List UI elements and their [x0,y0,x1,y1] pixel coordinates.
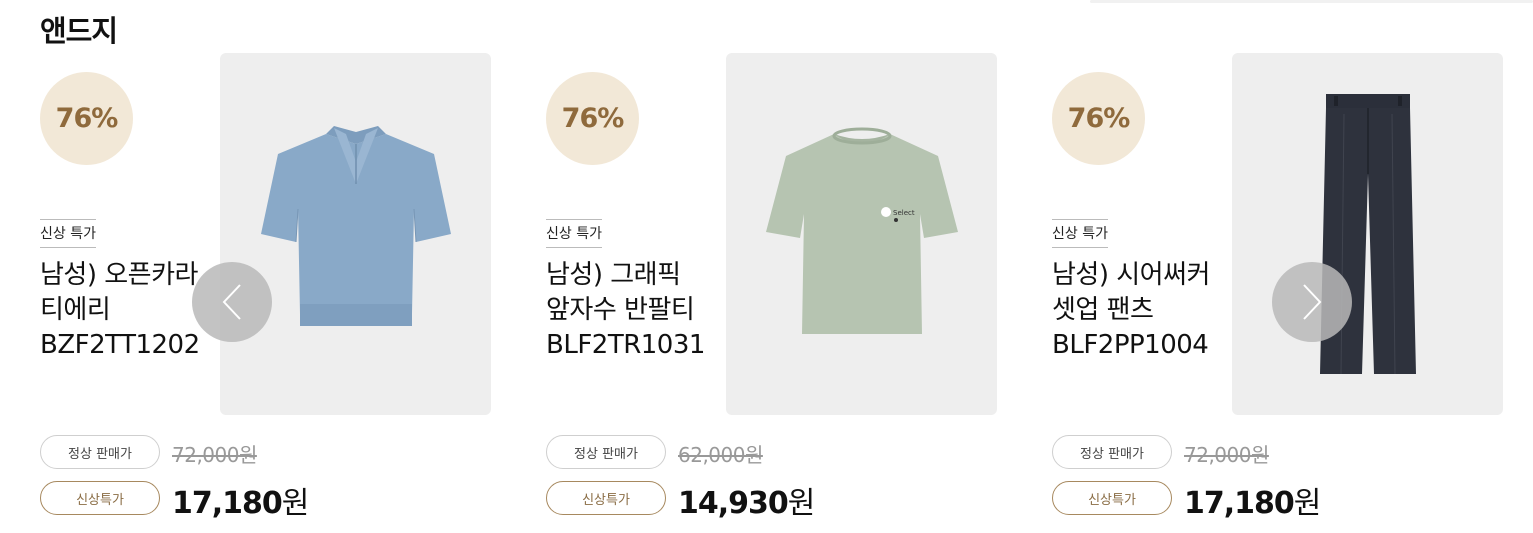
product-image[interactable]: Select [726,53,997,415]
product-name-line: BLF2PP1004 [1052,330,1209,360]
discount-badge: 76% [40,72,133,165]
carousel-next-button[interactable] [1272,262,1352,342]
product-name-line: 앞자수 반팔티 [546,295,695,325]
promo-badge: 신상 특가 [40,219,96,248]
sale-price-label: 신상특가 [40,481,160,515]
product-name-line: 남성) 그래픽 [546,260,681,290]
regular-price-label: 정상 판매가 [1052,435,1172,469]
polo-shirt-image [260,126,451,326]
tshirt-image: Select [765,127,958,334]
top-divider [1090,0,1533,3]
sale-price: 17,180원 [1184,478,1322,522]
discount-badge: 76% [1052,72,1145,165]
product-name[interactable]: 남성) 그래픽 앞자수 반팔티 BLF2TR1031 [546,258,746,363]
regular-price-label: 정상 판매가 [40,435,160,469]
sale-price-label: 신상특가 [1052,481,1172,515]
sale-price-unit: 원 [1293,486,1322,521]
sale-price-unit: 원 [787,486,816,521]
sale-price-label: 신상특가 [546,481,666,515]
regular-price: 72,000원 [1184,443,1269,467]
sale-price-value: 17,180 [1184,486,1295,521]
regular-price-label: 정상 판매가 [546,435,666,469]
regular-price: 62,000원 [678,443,763,467]
product-name-line: BLF2TR1031 [546,330,705,360]
carousel-prev-button[interactable] [192,262,272,342]
promo-badge: 신상 특가 [1052,219,1108,248]
chevron-left-icon [222,284,241,320]
sale-price-unit: 원 [281,486,310,521]
regular-price: 72,000원 [172,443,257,467]
discount-badge: 76% [546,72,639,165]
sale-price: 14,930원 [678,478,816,522]
sale-price-value: 17,180 [172,486,283,521]
product-name-line: 셋업 팬츠 [1052,295,1154,325]
product-image[interactable] [1232,53,1503,415]
section-title: 앤드지 [40,14,118,48]
product-name[interactable]: 남성) 시어써커 셋업 팬츠 BLF2PP1004 [1052,258,1252,363]
sale-price: 17,180원 [172,478,310,522]
svg-text:Select: Select [893,209,915,217]
promo-badge: 신상 특가 [546,219,602,248]
product-name-line: 남성) 시어써커 [1052,260,1210,290]
chevron-right-icon [1303,284,1322,320]
sale-price-value: 14,930 [678,486,789,521]
product-card[interactable]: 76% 신상 특가 남성) 그래픽 앞자수 반팔티 BLF2TR1031 Sel… [546,53,998,523]
product-image[interactable] [220,53,491,415]
